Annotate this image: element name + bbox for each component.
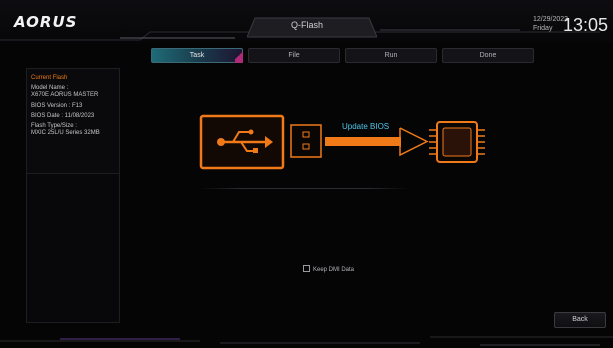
update-bios-label: Update BIOS [342, 122, 390, 131]
back-button[interactable]: Back [554, 312, 606, 328]
aorus-logo: AORUS [14, 13, 78, 31]
usb-plug-icon [290, 124, 322, 158]
keep-dmi-label: Keep DMI Data [313, 267, 355, 274]
transfer-arrow [325, 127, 429, 157]
tab-run[interactable]: Run [345, 48, 437, 63]
keep-dmi-option[interactable]: Keep DMI Data [303, 265, 355, 274]
chip-icon [429, 121, 485, 163]
divider [200, 188, 410, 189]
keep-dmi-checkbox[interactable] [303, 265, 310, 272]
usb-icon [199, 114, 285, 170]
update-illustration [199, 114, 485, 170]
page-title: Q-Flash [290, 20, 323, 30]
side-panel-lower [26, 173, 120, 323]
header-bar: AORUS Q-Flash 12/29/2023 Friday 13:05 [0, 0, 613, 42]
footer-decoration [0, 336, 613, 346]
current-flash-heading: Current Flash [31, 75, 68, 81]
tab-file[interactable]: File [248, 48, 340, 63]
tab-done[interactable]: Done [442, 48, 534, 63]
current-flash-panel: Current Flash Model Name : X670E AORUS M… [26, 68, 120, 174]
current-flash-info: Current Flash Model Name : X670E AORUS M… [27, 69, 119, 173]
flash-type-label: Flash Type/Size : [31, 123, 77, 130]
model-name-label: Model Name : [31, 85, 69, 92]
model-name-value: X670E AORUS MASTER [31, 92, 99, 99]
clock: 13:05 [563, 15, 609, 35]
flash-type-value: MXIC 25L/U Series 32MB [31, 130, 100, 137]
tab-task[interactable]: Task [151, 48, 243, 63]
bios-version: BIOS Version : F13 [31, 102, 83, 109]
bios-date: BIOS Date : 11/08/2023 [31, 112, 95, 119]
